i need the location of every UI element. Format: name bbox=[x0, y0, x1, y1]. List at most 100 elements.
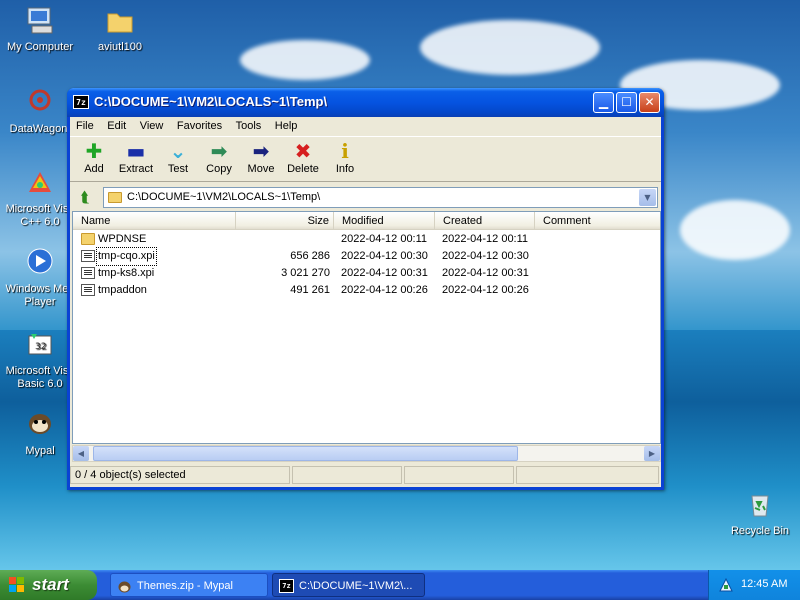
file-size: 491 261 bbox=[290, 284, 330, 296]
file-modified: 2022-04-12 00:30 bbox=[341, 250, 428, 262]
file-list[interactable]: Name Size Modified Created Comment WPDNS… bbox=[72, 211, 661, 444]
minimize-icon: ▁ bbox=[598, 95, 609, 109]
column-modified[interactable]: Modified bbox=[334, 212, 435, 230]
window-title: C:\DOCUME~1\VM2\LOCALS~1\Temp\ bbox=[94, 94, 328, 109]
svg-text:32: 32 bbox=[35, 342, 46, 352]
system-tray: 12:45 AM bbox=[708, 570, 800, 600]
title-bar[interactable]: 7z C:\DOCUME~1\VM2\LOCALS~1\Temp\ ▁ ☐ ✕ bbox=[67, 88, 664, 117]
maximize-button[interactable]: ☐ bbox=[616, 92, 637, 113]
media-player-icon bbox=[23, 246, 57, 280]
desktop-icon-aviutl100[interactable]: aviutl100 bbox=[80, 4, 160, 54]
recycle-bin-icon bbox=[743, 488, 777, 522]
close-icon: ✕ bbox=[644, 95, 655, 109]
copy-label: Copy bbox=[206, 163, 232, 175]
extract-label: Extract bbox=[118, 163, 154, 175]
desktop-icon-label: Recycle Bin bbox=[730, 525, 790, 537]
up-folder-button[interactable]: ⮬ bbox=[76, 187, 94, 207]
move-button[interactable]: ➡ Move bbox=[241, 139, 281, 181]
status-selection: 0 / 4 object(s) selected bbox=[70, 466, 290, 484]
copy-icon: ➡ bbox=[210, 139, 228, 163]
add-label: Add bbox=[84, 163, 104, 175]
test-button[interactable]: ⌄ Test bbox=[158, 139, 198, 181]
app-icon: 7z bbox=[279, 579, 294, 593]
desktop-icon-recycle-bin[interactable]: Recycle Bin bbox=[720, 488, 800, 538]
folder-icon bbox=[81, 233, 95, 245]
status-bar: 0 / 4 object(s) selected bbox=[70, 465, 661, 485]
table-row[interactable]: WPDNSE 2022-04-12 00:11 2022-04-12 00:11 bbox=[73, 231, 660, 248]
menu-favorites[interactable]: Favorites bbox=[173, 117, 226, 135]
column-comment[interactable]: Comment bbox=[535, 212, 660, 230]
address-dropdown-button[interactable]: ▼ bbox=[639, 189, 656, 206]
delete-label: Delete bbox=[287, 163, 319, 175]
file-modified: 2022-04-12 00:26 bbox=[341, 284, 428, 296]
folder-icon bbox=[103, 4, 137, 38]
taskbar: start Themes.zip - Mypal 7z C:\DOCUME~1\… bbox=[0, 570, 800, 600]
file-created: 2022-04-12 00:31 bbox=[442, 267, 529, 279]
extract-button[interactable]: ▬ Extract bbox=[114, 139, 158, 181]
test-label: Test bbox=[167, 163, 189, 175]
address-bar[interactable]: C:\DOCUME~1\VM2\LOCALS~1\Temp\ ▼ bbox=[103, 187, 658, 208]
file-modified: 2022-04-12 00:31 bbox=[341, 267, 428, 279]
table-row[interactable]: tmp-ks8.xpi 3 021 270 2022-04-12 00:31 2… bbox=[73, 265, 660, 282]
info-button[interactable]: i Info bbox=[325, 139, 365, 181]
scroll-thumb[interactable] bbox=[93, 446, 518, 461]
address-text: C:\DOCUME~1\VM2\LOCALS~1\Temp\ bbox=[127, 191, 321, 203]
delete-button[interactable]: ✖ Delete bbox=[283, 139, 323, 181]
network-icon[interactable] bbox=[719, 577, 733, 592]
column-created[interactable]: Created bbox=[435, 212, 535, 230]
taskbar-item-7zip[interactable]: 7z C:\DOCUME~1\VM2\... bbox=[272, 573, 425, 597]
close-button[interactable]: ✕ bbox=[639, 92, 660, 113]
visual-basic-icon: 32 bbox=[23, 328, 57, 362]
taskbar-item-label: C:\DOCUME~1\VM2\... bbox=[299, 580, 413, 592]
chevron-right-icon: ▶ bbox=[648, 449, 656, 458]
table-row[interactable]: tmp-cqo.xpi 656 286 2022-04-12 00:30 202… bbox=[73, 247, 660, 266]
table-row[interactable]: tmpaddon 491 261 2022-04-12 00:26 2022-0… bbox=[73, 282, 660, 299]
copy-button[interactable]: ➡ Copy bbox=[199, 139, 239, 181]
file-size: 656 286 bbox=[290, 250, 330, 262]
datawagon-icon bbox=[23, 86, 57, 120]
menu-view[interactable]: View bbox=[136, 117, 168, 135]
desktop-cloud bbox=[420, 20, 600, 75]
file-manager-window: 7z C:\DOCUME~1\VM2\LOCALS~1\Temp\ ▁ ☐ ✕ … bbox=[67, 88, 664, 490]
app-icon: 7z bbox=[73, 95, 89, 109]
maximize-icon: ☐ bbox=[621, 95, 632, 109]
column-name[interactable]: Name bbox=[73, 212, 236, 230]
move-icon: ➡ bbox=[252, 139, 270, 163]
menu-help[interactable]: Help bbox=[271, 117, 302, 135]
status-cell bbox=[404, 466, 514, 484]
taskbar-item-label: Themes.zip - Mypal bbox=[137, 580, 233, 592]
clock[interactable]: 12:45 AM bbox=[741, 578, 787, 590]
scroll-left-button[interactable]: ◀ bbox=[73, 446, 89, 461]
start-button[interactable]: start bbox=[0, 570, 97, 600]
horizontal-scrollbar[interactable]: ◀ ▶ bbox=[72, 445, 661, 462]
scroll-right-button[interactable]: ▶ bbox=[644, 446, 660, 461]
desktop-icon-label: My Computer bbox=[6, 41, 74, 53]
taskbar-item-mypal[interactable]: Themes.zip - Mypal bbox=[110, 573, 268, 597]
move-label: Move bbox=[247, 163, 275, 175]
desktop-icon-label: aviutl100 bbox=[97, 41, 143, 53]
mypal-icon bbox=[117, 579, 132, 593]
minimize-button[interactable]: ▁ bbox=[593, 92, 614, 113]
file-name: tmp-cqo.xpi bbox=[96, 247, 157, 266]
file-name: tmp-ks8.xpi bbox=[98, 267, 155, 279]
add-button[interactable]: ✚ Add bbox=[74, 139, 114, 181]
menu-file[interactable]: File bbox=[72, 117, 98, 135]
menu-edit[interactable]: Edit bbox=[103, 117, 130, 135]
menu-tools[interactable]: Tools bbox=[232, 117, 266, 135]
extract-icon: ▬ bbox=[126, 139, 146, 163]
desktop-cloud bbox=[680, 200, 790, 260]
file-created: 2022-04-12 00:30 bbox=[442, 250, 529, 262]
chevron-down-icon: ▼ bbox=[644, 193, 651, 202]
address-row: ⮬ C:\DOCUME~1\VM2\LOCALS~1\Temp\ ▼ bbox=[70, 184, 661, 210]
file-created: 2022-04-12 00:26 bbox=[442, 284, 529, 296]
status-cell bbox=[292, 466, 402, 484]
file-name: tmpaddon bbox=[98, 284, 147, 296]
toolbar: ✚ Add ▬ Extract ⌄ Test ➡ Copy ➡ Move ✖ D… bbox=[70, 136, 661, 182]
file-modified: 2022-04-12 00:11 bbox=[341, 233, 428, 245]
chevron-left-icon: ◀ bbox=[77, 449, 85, 458]
windows-logo-icon bbox=[9, 577, 25, 593]
column-size[interactable]: Size bbox=[236, 212, 334, 230]
folder-icon bbox=[108, 192, 122, 203]
start-label: start bbox=[32, 575, 69, 594]
desktop-icon-my-computer[interactable]: My Computer bbox=[0, 4, 80, 54]
